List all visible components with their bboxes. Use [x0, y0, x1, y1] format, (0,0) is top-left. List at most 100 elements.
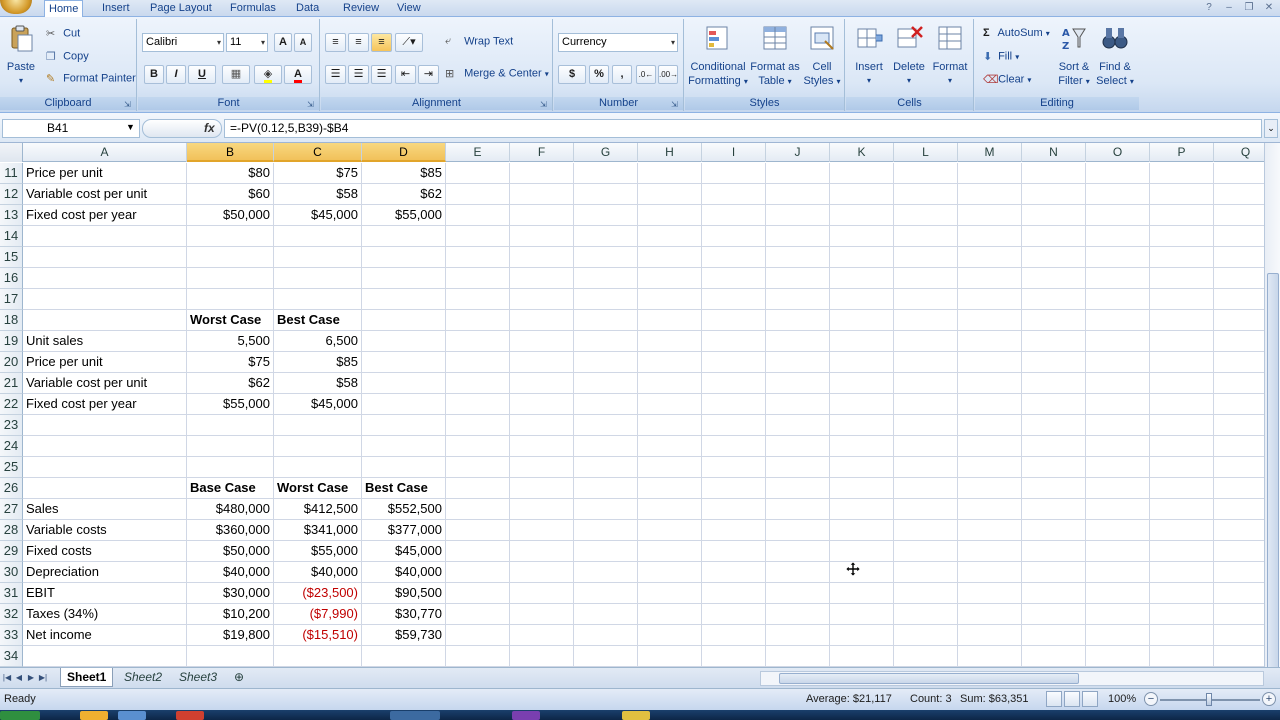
- cell-b18[interactable]: Worst Case: [187, 310, 274, 331]
- cell-g24[interactable]: [574, 436, 638, 457]
- cell-d34[interactable]: [362, 646, 446, 667]
- cell-k12[interactable]: [830, 184, 894, 205]
- cell-k26[interactable]: [830, 478, 894, 499]
- start-button-icon[interactable]: [0, 711, 40, 720]
- cell-d17[interactable]: [362, 289, 446, 310]
- cell-f31[interactable]: [510, 583, 574, 604]
- cell-j32[interactable]: [766, 604, 830, 625]
- cell-c12[interactable]: $58: [274, 184, 362, 205]
- cell-d24[interactable]: [362, 436, 446, 457]
- column-header-c[interactable]: C: [274, 143, 362, 162]
- cell-k22[interactable]: [830, 394, 894, 415]
- cell-f25[interactable]: [510, 457, 574, 478]
- cell-c32[interactable]: ($7,990): [274, 604, 362, 625]
- row-header[interactable]: 20: [0, 352, 23, 373]
- cell-p34[interactable]: [1150, 646, 1214, 667]
- cell-q30[interactable]: [1214, 562, 1264, 583]
- cell-e25[interactable]: [446, 457, 510, 478]
- clear-button[interactable]: ⌫ Clear ▾: [983, 73, 1031, 86]
- cell-m14[interactable]: [958, 226, 1022, 247]
- cell-c21[interactable]: $58: [274, 373, 362, 394]
- cell-c17[interactable]: [274, 289, 362, 310]
- row-header[interactable]: 24: [0, 436, 23, 457]
- cell-a27[interactable]: Sales: [23, 499, 187, 520]
- cell-m27[interactable]: [958, 499, 1022, 520]
- increase-decimal-button[interactable]: .0←: [636, 65, 656, 84]
- cell-d25[interactable]: [362, 457, 446, 478]
- cell-p22[interactable]: [1150, 394, 1214, 415]
- paste-button[interactable]: Paste ▾: [4, 23, 38, 88]
- row-header[interactable]: 16: [0, 268, 23, 289]
- cell-g11[interactable]: [574, 163, 638, 184]
- cell-o34[interactable]: [1086, 646, 1150, 667]
- row-header[interactable]: 22: [0, 394, 23, 415]
- cell-a12[interactable]: Variable cost per unit: [23, 184, 187, 205]
- column-header-j[interactable]: J: [766, 143, 830, 162]
- cell-e20[interactable]: [446, 352, 510, 373]
- cell-c23[interactable]: [274, 415, 362, 436]
- row-header[interactable]: 32: [0, 604, 23, 625]
- cell-k32[interactable]: [830, 604, 894, 625]
- cell-i13[interactable]: [702, 205, 766, 226]
- dialog-launcher-icon[interactable]: ⇲: [540, 100, 549, 109]
- row-header[interactable]: 28: [0, 520, 23, 541]
- cell-b22[interactable]: $55,000: [187, 394, 274, 415]
- cell-n16[interactable]: [1022, 268, 1086, 289]
- cell-a34[interactable]: [23, 646, 187, 667]
- cell-n17[interactable]: [1022, 289, 1086, 310]
- underline-button[interactable]: U: [188, 65, 216, 84]
- cell-b27[interactable]: $480,000: [187, 499, 274, 520]
- cell-a17[interactable]: [23, 289, 187, 310]
- cell-d27[interactable]: $552,500: [362, 499, 446, 520]
- cell-o25[interactable]: [1086, 457, 1150, 478]
- column-header-n[interactable]: N: [1022, 143, 1086, 162]
- cell-l21[interactable]: [894, 373, 958, 394]
- cell-j34[interactable]: [766, 646, 830, 667]
- insert-cells-button[interactable]: Insert ▾: [850, 23, 888, 88]
- cell-i26[interactable]: [702, 478, 766, 499]
- cell-l33[interactable]: [894, 625, 958, 646]
- cell-o29[interactable]: [1086, 541, 1150, 562]
- cell-e22[interactable]: [446, 394, 510, 415]
- horizontal-scrollbar[interactable]: [760, 671, 1264, 686]
- cell-d31[interactable]: $90,500: [362, 583, 446, 604]
- row-header[interactable]: 34: [0, 646, 23, 667]
- office-button[interactable]: [0, 0, 32, 14]
- cell-b23[interactable]: [187, 415, 274, 436]
- tab-data[interactable]: Data: [292, 0, 323, 17]
- cell-q20[interactable]: [1214, 352, 1264, 373]
- cell-o31[interactable]: [1086, 583, 1150, 604]
- cell-c28[interactable]: $341,000: [274, 520, 362, 541]
- cell-e28[interactable]: [446, 520, 510, 541]
- cell-n33[interactable]: [1022, 625, 1086, 646]
- cell-i20[interactable]: [702, 352, 766, 373]
- cell-n18[interactable]: [1022, 310, 1086, 331]
- cell-g16[interactable]: [574, 268, 638, 289]
- cell-l13[interactable]: [894, 205, 958, 226]
- dialog-launcher-icon[interactable]: ⇲: [307, 100, 316, 109]
- expand-formula-bar-icon[interactable]: ⌄: [1264, 119, 1278, 138]
- cell-g34[interactable]: [574, 646, 638, 667]
- cell-e13[interactable]: [446, 205, 510, 226]
- cell-d13[interactable]: $55,000: [362, 205, 446, 226]
- cell-e27[interactable]: [446, 499, 510, 520]
- cell-i18[interactable]: [702, 310, 766, 331]
- sheet-tab-sheet1[interactable]: Sheet1: [60, 668, 114, 687]
- row-header[interactable]: 30: [0, 562, 23, 583]
- cell-c16[interactable]: [274, 268, 362, 289]
- cell-q15[interactable]: [1214, 247, 1264, 268]
- cell-b28[interactable]: $360,000: [187, 520, 274, 541]
- cell-p24[interactable]: [1150, 436, 1214, 457]
- horizontal-scroll-thumb[interactable]: [779, 673, 1079, 684]
- cell-n27[interactable]: [1022, 499, 1086, 520]
- cell-b31[interactable]: $30,000: [187, 583, 274, 604]
- cell-i14[interactable]: [702, 226, 766, 247]
- cell-b14[interactable]: [187, 226, 274, 247]
- row-header[interactable]: 21: [0, 373, 23, 394]
- cell-j15[interactable]: [766, 247, 830, 268]
- row-header[interactable]: 23: [0, 415, 23, 436]
- column-header-k[interactable]: K: [830, 143, 894, 162]
- cell-h12[interactable]: [638, 184, 702, 205]
- cell-c13[interactable]: $45,000: [274, 205, 362, 226]
- align-right-button[interactable]: ☰: [371, 65, 392, 84]
